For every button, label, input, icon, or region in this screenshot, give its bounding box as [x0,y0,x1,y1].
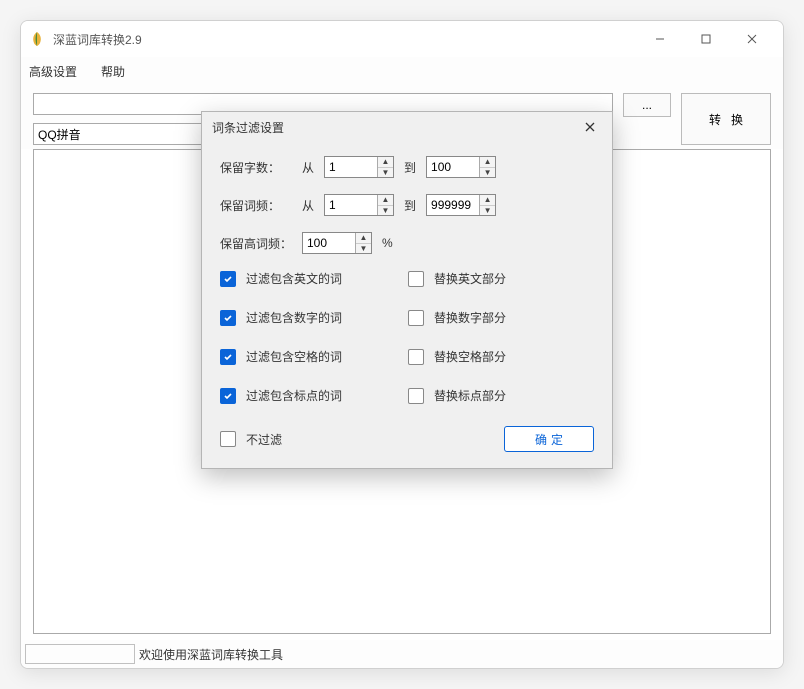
app-icon [29,31,45,47]
filter-space-label: 过滤包含空格的词 [246,348,342,365]
filter-digit-row: 过滤包含数字的词 替换数字部分 [220,309,594,326]
spinner-down-icon[interactable]: ▼ [356,244,371,254]
from-label: 从 [302,197,314,214]
percent-label: % [382,236,393,250]
char-from-spinner[interactable]: ▲▼ [324,156,394,178]
char-to-spinner[interactable]: ▲▼ [426,156,496,178]
filter-digit-label: 过滤包含数字的词 [246,309,342,326]
dialog-close-button[interactable] [578,115,602,139]
dialog-title: 词条过滤设置 [212,119,284,136]
filter-english-label: 过滤包含英文的词 [246,270,342,287]
replace-space-checkbox[interactable] [408,349,424,365]
to-label: 到 [404,159,416,176]
freq-to-spinner[interactable]: ▲▼ [426,194,496,216]
titlebar: 深蓝词库转换2.9 [21,21,783,57]
replace-digit-checkbox[interactable] [408,310,424,326]
main-window: 深蓝词库转换2.9 高级设置 帮助 QQ拼音 ... 转换 欢迎使用深蓝词库转换… [20,20,784,669]
spinner-up-icon[interactable]: ▲ [356,233,371,244]
status-cell [25,644,135,664]
spinner-down-icon[interactable]: ▼ [378,168,393,178]
replace-digit-label: 替换数字部分 [434,309,506,326]
filter-english-checkbox[interactable] [220,271,236,287]
filter-digit-checkbox[interactable] [220,310,236,326]
high-freq-input[interactable] [303,233,355,253]
char-to-input[interactable] [427,157,479,177]
menubar: 高级设置 帮助 [21,57,783,85]
statusbar: 欢迎使用深蓝词库转换工具 [21,640,783,668]
format-value: QQ拼音 [38,126,81,143]
high-freq-label: 保留高词频： [220,235,292,252]
freq-label: 保留词频： [220,197,292,214]
menu-help[interactable]: 帮助 [101,63,125,80]
spinner-up-icon[interactable]: ▲ [378,195,393,206]
to-label: 到 [404,197,416,214]
filter-english-row: 过滤包含英文的词 替换英文部分 [220,270,594,287]
freq-from-spinner[interactable]: ▲▼ [324,194,394,216]
high-freq-row: 保留高词频： ▲▼ % [220,232,594,254]
freq-row: 保留词频： 从 ▲▼ 到 ▲▼ [220,194,594,216]
replace-english-checkbox[interactable] [408,271,424,287]
spinner-up-icon[interactable]: ▲ [480,157,495,168]
dialog-body: 保留字数： 从 ▲▼ 到 ▲▼ 保留词频： 从 ▲▼ 到 [202,142,612,468]
spinner-down-icon[interactable]: ▼ [480,206,495,216]
window-controls [637,24,775,54]
maximize-button[interactable] [683,24,729,54]
filter-punct-row: 过滤包含标点的词 替换标点部分 [220,387,594,404]
minimize-button[interactable] [637,24,683,54]
menu-advanced[interactable]: 高级设置 [29,63,77,80]
filter-punct-label: 过滤包含标点的词 [246,387,342,404]
filter-space-checkbox[interactable] [220,349,236,365]
char-from-input[interactable] [325,157,377,177]
spinner-up-icon[interactable]: ▲ [378,157,393,168]
filter-dialog: 词条过滤设置 保留字数： 从 ▲▼ 到 ▲▼ 保留词频： [201,111,613,469]
window-title: 深蓝词库转换2.9 [53,31,637,48]
no-filter-label: 不过滤 [246,431,282,448]
high-freq-spinner[interactable]: ▲▼ [302,232,372,254]
status-text: 欢迎使用深蓝词库转换工具 [137,646,283,663]
replace-english-label: 替换英文部分 [434,270,506,287]
browse-button[interactable]: ... [623,93,671,117]
filter-punct-checkbox[interactable] [220,388,236,404]
no-filter-checkbox[interactable] [220,431,236,447]
filter-space-row: 过滤包含空格的词 替换空格部分 [220,348,594,365]
spinner-down-icon[interactable]: ▼ [480,168,495,178]
dialog-titlebar: 词条过滤设置 [202,112,612,142]
convert-button[interactable]: 转换 [681,93,771,145]
char-count-row: 保留字数： 从 ▲▼ 到 ▲▼ [220,156,594,178]
freq-from-input[interactable] [325,195,377,215]
ok-button[interactable]: 确定 [504,426,594,452]
replace-space-label: 替换空格部分 [434,348,506,365]
dialog-footer: 不过滤 确定 [220,426,594,452]
close-button[interactable] [729,24,775,54]
freq-to-input[interactable] [427,195,479,215]
char-count-label: 保留字数： [220,159,292,176]
spinner-down-icon[interactable]: ▼ [378,206,393,216]
spinner-up-icon[interactable]: ▲ [480,195,495,206]
from-label: 从 [302,159,314,176]
replace-punct-label: 替换标点部分 [434,387,506,404]
replace-punct-checkbox[interactable] [408,388,424,404]
